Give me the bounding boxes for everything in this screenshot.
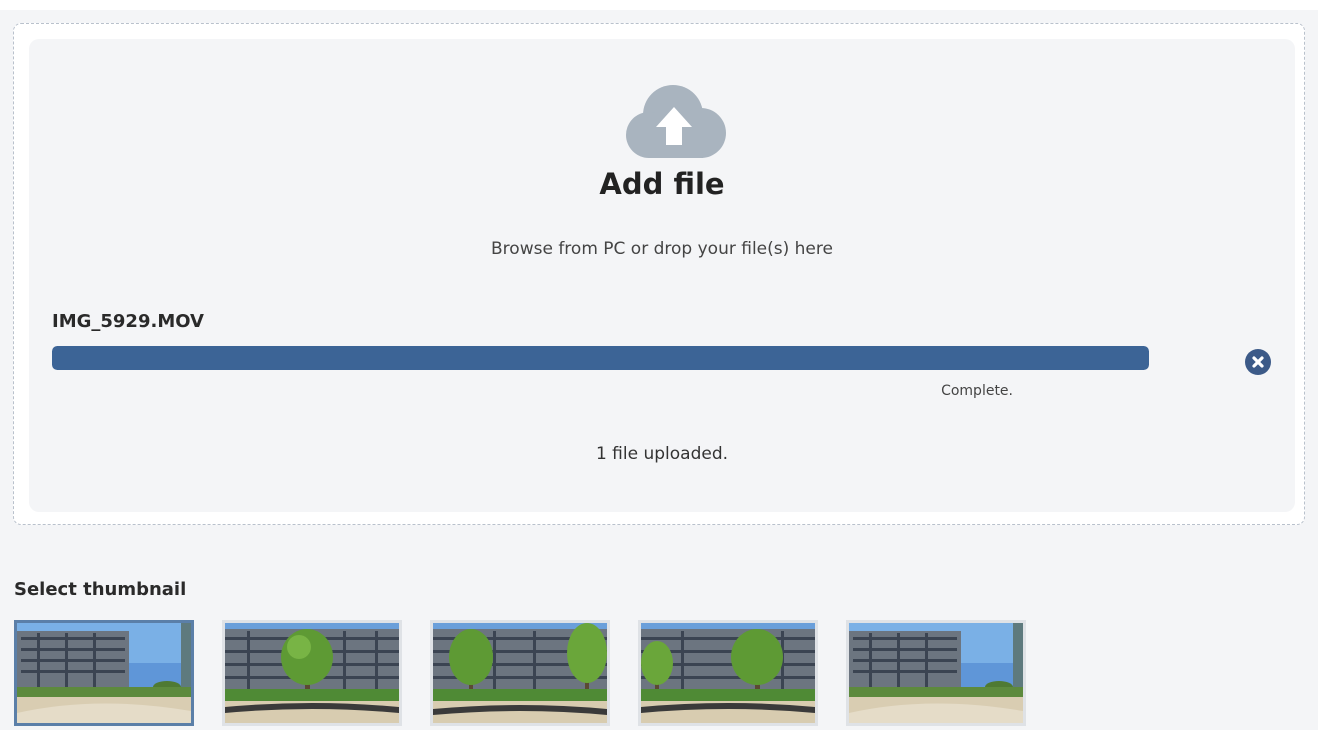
page-top-strip bbox=[0, 0, 1318, 10]
upload-summary: 1 file uploaded. bbox=[595, 444, 729, 464]
thumbnail-option[interactable] bbox=[14, 620, 194, 726]
thumbnail-option[interactable] bbox=[638, 620, 818, 726]
cloud-upload-icon bbox=[626, 85, 726, 158]
add-file-title: Add file bbox=[599, 167, 725, 201]
browse-hint[interactable]: Browse from PC or drop your file(s) here bbox=[29, 239, 1295, 259]
thumbnail-option[interactable] bbox=[430, 620, 610, 726]
upload-progress-bar bbox=[52, 346, 1149, 370]
thumbnail-option[interactable] bbox=[846, 620, 1026, 726]
thumbnail-image bbox=[641, 623, 815, 723]
thumbnail-image bbox=[433, 623, 607, 723]
thumbnail-option[interactable] bbox=[222, 620, 402, 726]
upload-status: Complete. bbox=[941, 383, 1013, 399]
upload-progress-fill bbox=[52, 346, 1149, 370]
close-circle-icon bbox=[1252, 356, 1264, 368]
remove-file-button[interactable] bbox=[1245, 349, 1271, 375]
thumbnail-image bbox=[17, 623, 191, 723]
thumbnail-image bbox=[225, 623, 399, 723]
thumbnail-image bbox=[849, 623, 1023, 723]
dropzone-panel[interactable]: Add file Browse from PC or drop your fil… bbox=[29, 39, 1295, 512]
uploaded-file-name: IMG_5929.MOV bbox=[52, 311, 204, 332]
file-dropzone[interactable]: Add file Browse from PC or drop your fil… bbox=[13, 23, 1305, 525]
select-thumbnail-heading: Select thumbnail bbox=[14, 579, 187, 600]
